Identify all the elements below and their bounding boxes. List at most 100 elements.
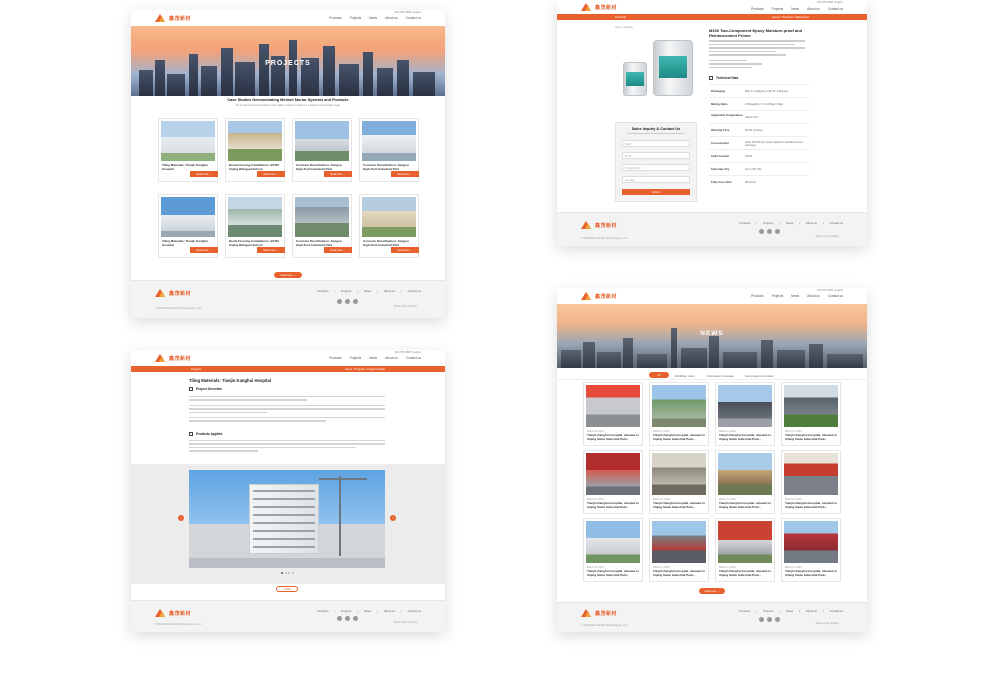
footer-logo[interactable]: 鑫茂新材: [155, 609, 191, 617]
footer-link-news[interactable]: News: [364, 609, 371, 613]
footer-link-contact[interactable]: Contact us: [830, 609, 843, 613]
nav-item-contact[interactable]: Contact us: [406, 16, 421, 20]
linkedin-icon[interactable]: [775, 229, 780, 234]
nav-item-news[interactable]: News: [369, 356, 377, 360]
news-card[interactable]: March 21, 2024 Tianjin Kanghui Hospital, …: [649, 450, 709, 514]
wechat-icon[interactable]: [759, 229, 764, 234]
linkedin-icon[interactable]: [353, 299, 358, 304]
terms-links[interactable]: Terms of use | Privacy: [816, 622, 839, 625]
facebook-icon[interactable]: [345, 299, 350, 304]
nav-item-news[interactable]: News: [791, 294, 799, 298]
footer-link-products[interactable]: Products: [739, 609, 750, 613]
wechat-icon[interactable]: [337, 299, 342, 304]
nav-item-products[interactable]: Products: [751, 294, 764, 298]
news-card[interactable]: March 21, 2024 Tianjin Kanghui Hospital, …: [583, 382, 643, 446]
footer-logo[interactable]: 鑫茂新材: [581, 609, 617, 617]
footer-link-news[interactable]: News: [364, 289, 371, 293]
language-select[interactable]: English: [834, 1, 843, 4]
footer-link-about[interactable]: About us: [384, 289, 395, 293]
news-card[interactable]: March 21, 2024 Tianjin Kanghui Hospital, …: [583, 518, 643, 582]
linkedin-icon[interactable]: [353, 616, 358, 621]
footer-link-news[interactable]: News: [786, 609, 793, 613]
footer-link-products[interactable]: Products: [317, 609, 328, 613]
nav-item-products[interactable]: Products: [751, 7, 764, 11]
nav-item-about[interactable]: About us: [807, 294, 820, 298]
nav-item-products[interactable]: Products: [329, 16, 342, 20]
nav-item-about[interactable]: About us: [385, 356, 398, 360]
footer-link-projects[interactable]: Projects: [763, 609, 773, 613]
read-more-button[interactable]: Read more →: [324, 171, 352, 177]
footer-logo[interactable]: 鑫茂新材: [581, 221, 617, 229]
news-card[interactable]: March 21, 2024 Tianjin Kanghui Hospital, …: [781, 382, 841, 446]
site-logo[interactable]: 鑫茂新材: [581, 3, 617, 11]
news-card[interactable]: March 21, 2024 Tianjin Kanghui Hospital, …: [715, 382, 775, 446]
read-more-button[interactable]: Read more →: [257, 171, 285, 177]
nav-item-contact[interactable]: Contact us: [828, 7, 843, 11]
footer-link-projects[interactable]: Projects: [763, 221, 773, 225]
news-card[interactable]: March 21, 2024 Tianjin Kanghui Hospital, …: [781, 518, 841, 582]
footer-link-about[interactable]: About us: [806, 609, 817, 613]
wechat-icon[interactable]: [337, 616, 342, 621]
phone-field[interactable]: Phone Number: [622, 164, 690, 171]
project-card[interactable]: Concrete Densification: Jiangsu High-Tec…: [359, 194, 419, 258]
footer-link-products[interactable]: Products: [739, 221, 750, 225]
read-more-button[interactable]: Read more →: [257, 247, 285, 253]
site-logo[interactable]: 鑫茂新材: [581, 292, 617, 300]
nav-item-projects[interactable]: Projects: [350, 356, 362, 360]
submit-button[interactable]: Submit: [622, 189, 690, 195]
linkedin-icon[interactable]: [775, 617, 780, 622]
nav-item-contact[interactable]: Contact us: [828, 294, 843, 298]
nav-item-about[interactable]: About us: [807, 7, 820, 11]
news-card[interactable]: March 21, 2024 Tianjin Kanghui Hospital, …: [781, 450, 841, 514]
carousel-prev-button[interactable]: ‹: [178, 515, 184, 521]
terms-links[interactable]: Terms of use | Privacy: [394, 305, 417, 308]
project-card[interactable]: Tiling Materials: Tianjin Kanghui Hospit…: [158, 194, 218, 258]
facebook-icon[interactable]: [767, 229, 772, 234]
footer-link-contact[interactable]: Contact us: [408, 609, 421, 613]
project-card[interactable]: Concrete Densification: Jiangsu High-Tec…: [292, 194, 352, 258]
wechat-icon[interactable]: [759, 617, 764, 622]
tab-exhibition-news[interactable]: Exhibition news: [675, 374, 694, 378]
language-select[interactable]: English: [412, 351, 421, 354]
nav-item-news[interactable]: News: [369, 16, 377, 20]
back-button[interactable]: < Back: [276, 586, 298, 592]
nav-item-about[interactable]: About us: [385, 16, 398, 20]
site-logo[interactable]: 鑫茂新材: [155, 354, 191, 362]
news-card[interactable]: March 21, 2024 Tianjin Kanghui Hospital, …: [649, 518, 709, 582]
site-logo[interactable]: 鑫茂新材: [155, 14, 191, 22]
message-field[interactable]: Message: [622, 176, 690, 183]
footer-link-about[interactable]: About us: [384, 609, 395, 613]
read-more-button[interactable]: Read more →: [190, 247, 218, 253]
news-card[interactable]: March 21, 2024 Tianjin Kanghui Hospital, …: [583, 450, 643, 514]
project-card[interactable]: Breda Flooring Installations: BCNU Xiqin…: [225, 194, 285, 258]
carousel-dots[interactable]: [281, 572, 294, 574]
tab-new-product-promotion[interactable]: New product promotion: [745, 374, 774, 378]
nav-item-products[interactable]: Products: [329, 356, 342, 360]
nav-item-projects[interactable]: Projects: [350, 16, 362, 20]
load-more-button[interactable]: Load more →: [274, 272, 302, 278]
read-more-button[interactable]: Read more →: [391, 171, 419, 177]
footer-link-projects[interactable]: Projects: [341, 289, 351, 293]
email-field[interactable]: Email*: [622, 152, 690, 159]
project-card[interactable]: Concrete Densification: Jiangsu High-Tec…: [359, 118, 419, 182]
footer-link-products[interactable]: Products: [317, 289, 328, 293]
project-card[interactable]: Breda Flooring Installations: BCNU Xiqin…: [225, 118, 285, 182]
news-card[interactable]: March 21, 2024 Tianjin Kanghui Hospital, …: [715, 518, 775, 582]
tab-all[interactable]: All: [649, 372, 669, 378]
news-card[interactable]: March 21, 2024 Tianjin Kanghui Hospital, …: [715, 450, 775, 514]
nav-item-projects[interactable]: Projects: [772, 294, 784, 298]
footer-link-contact[interactable]: Contact us: [408, 289, 421, 293]
facebook-icon[interactable]: [767, 617, 772, 622]
load-more-button[interactable]: Load more →: [699, 588, 725, 594]
footer-link-news[interactable]: News: [786, 221, 793, 225]
project-card[interactable]: Concrete Densification: Jiangsu High-Tec…: [292, 118, 352, 182]
footer-link-projects[interactable]: Projects: [341, 609, 351, 613]
terms-links[interactable]: Terms of use | Privacy: [816, 235, 839, 238]
read-more-button[interactable]: Read more →: [391, 247, 419, 253]
language-select[interactable]: English: [834, 289, 843, 292]
footer-link-contact[interactable]: Contact us: [830, 221, 843, 225]
project-card[interactable]: Tiling Materials: Tianjin Kanghui Hospit…: [158, 118, 218, 182]
nav-item-projects[interactable]: Projects: [772, 7, 784, 11]
footer-link-about[interactable]: About us: [806, 221, 817, 225]
nav-item-contact[interactable]: Contact us: [406, 356, 421, 360]
